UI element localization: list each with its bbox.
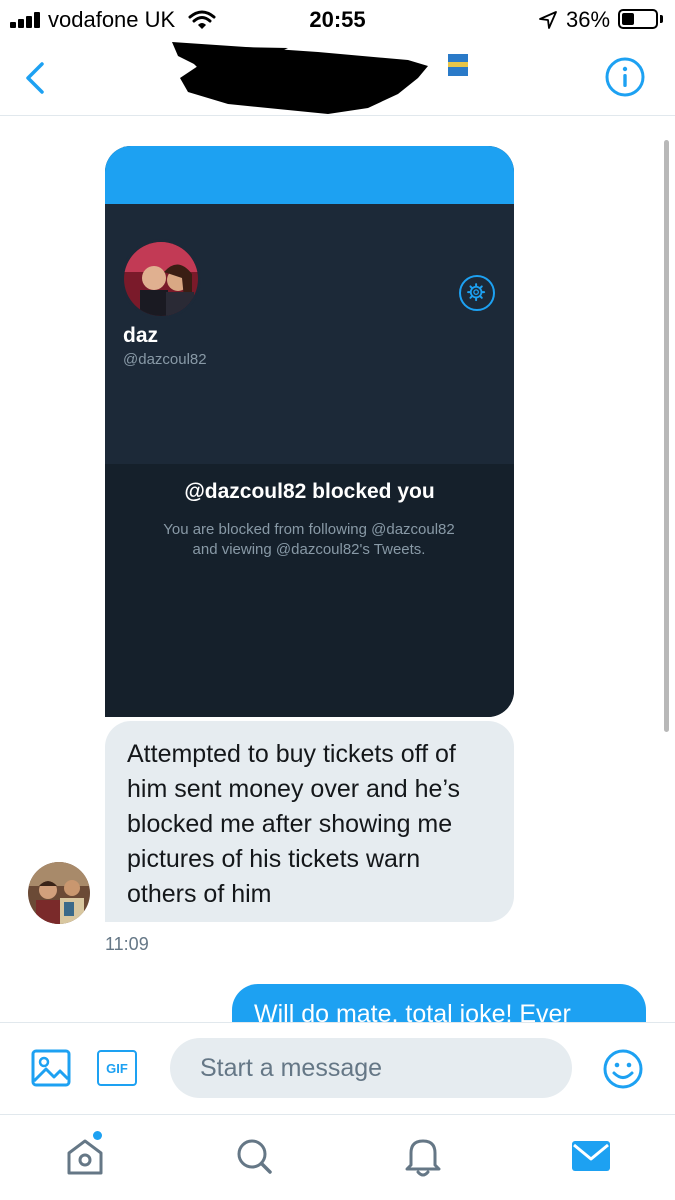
- profile-handle: @dazcoul82: [123, 351, 207, 368]
- conversation-info-button[interactable]: [604, 56, 646, 98]
- envelope-icon: [572, 1141, 610, 1171]
- shared-image[interactable]: daz @dazcoul82 @dazcoul82 blocked you Yo…: [105, 146, 514, 717]
- compose-bar: GIF: [0, 1022, 675, 1114]
- redacted-conversation-title: [172, 42, 468, 114]
- profile-banner: [105, 146, 514, 204]
- battery-icon: [618, 9, 658, 29]
- tab-notifications[interactable]: [401, 1133, 445, 1179]
- conversation-header: [0, 38, 675, 116]
- back-button[interactable]: [18, 58, 52, 98]
- profile-avatar: [121, 239, 201, 319]
- blocked-title: @dazcoul82 blocked you: [184, 480, 435, 503]
- tab-home[interactable]: [63, 1131, 107, 1179]
- sender-avatar[interactable]: [28, 862, 90, 924]
- search-icon: [237, 1139, 272, 1174]
- settings-gear-icon: [459, 275, 495, 311]
- tab-messages[interactable]: [569, 1133, 613, 1179]
- status-bar: vodafone UK 20:55 36%: [0, 0, 675, 38]
- tab-search[interactable]: [232, 1133, 276, 1179]
- profile-header: daz @dazcoul82: [105, 204, 514, 464]
- sent-message-bubble[interactable]: Will do mate, total joke! Ever: [232, 984, 646, 1022]
- battery-percentage: 36%: [566, 7, 611, 32]
- battery-tip: [660, 15, 663, 23]
- location-arrow-icon: [539, 11, 557, 29]
- bell-icon: [405, 1139, 441, 1177]
- tab-bar: [0, 1114, 675, 1200]
- home-icon: [67, 1139, 103, 1175]
- blocked-description: You are blocked from following @dazcoul8…: [163, 521, 455, 558]
- profile-name: daz: [123, 324, 159, 347]
- message-timestamp: 11:09: [105, 934, 149, 954]
- emoji-button[interactable]: [602, 1048, 644, 1090]
- sent-message-clip: Will do mate, total joke! Ever: [0, 980, 675, 1022]
- received-message-bubble[interactable]: Attempted to buy tickets off of him sent…: [105, 721, 514, 922]
- gif-button[interactable]: GIF: [97, 1050, 137, 1086]
- scrollbar[interactable]: [664, 140, 669, 732]
- home-badge: [93, 1131, 102, 1140]
- add-photo-button[interactable]: [30, 1047, 72, 1089]
- message-input[interactable]: [170, 1038, 572, 1098]
